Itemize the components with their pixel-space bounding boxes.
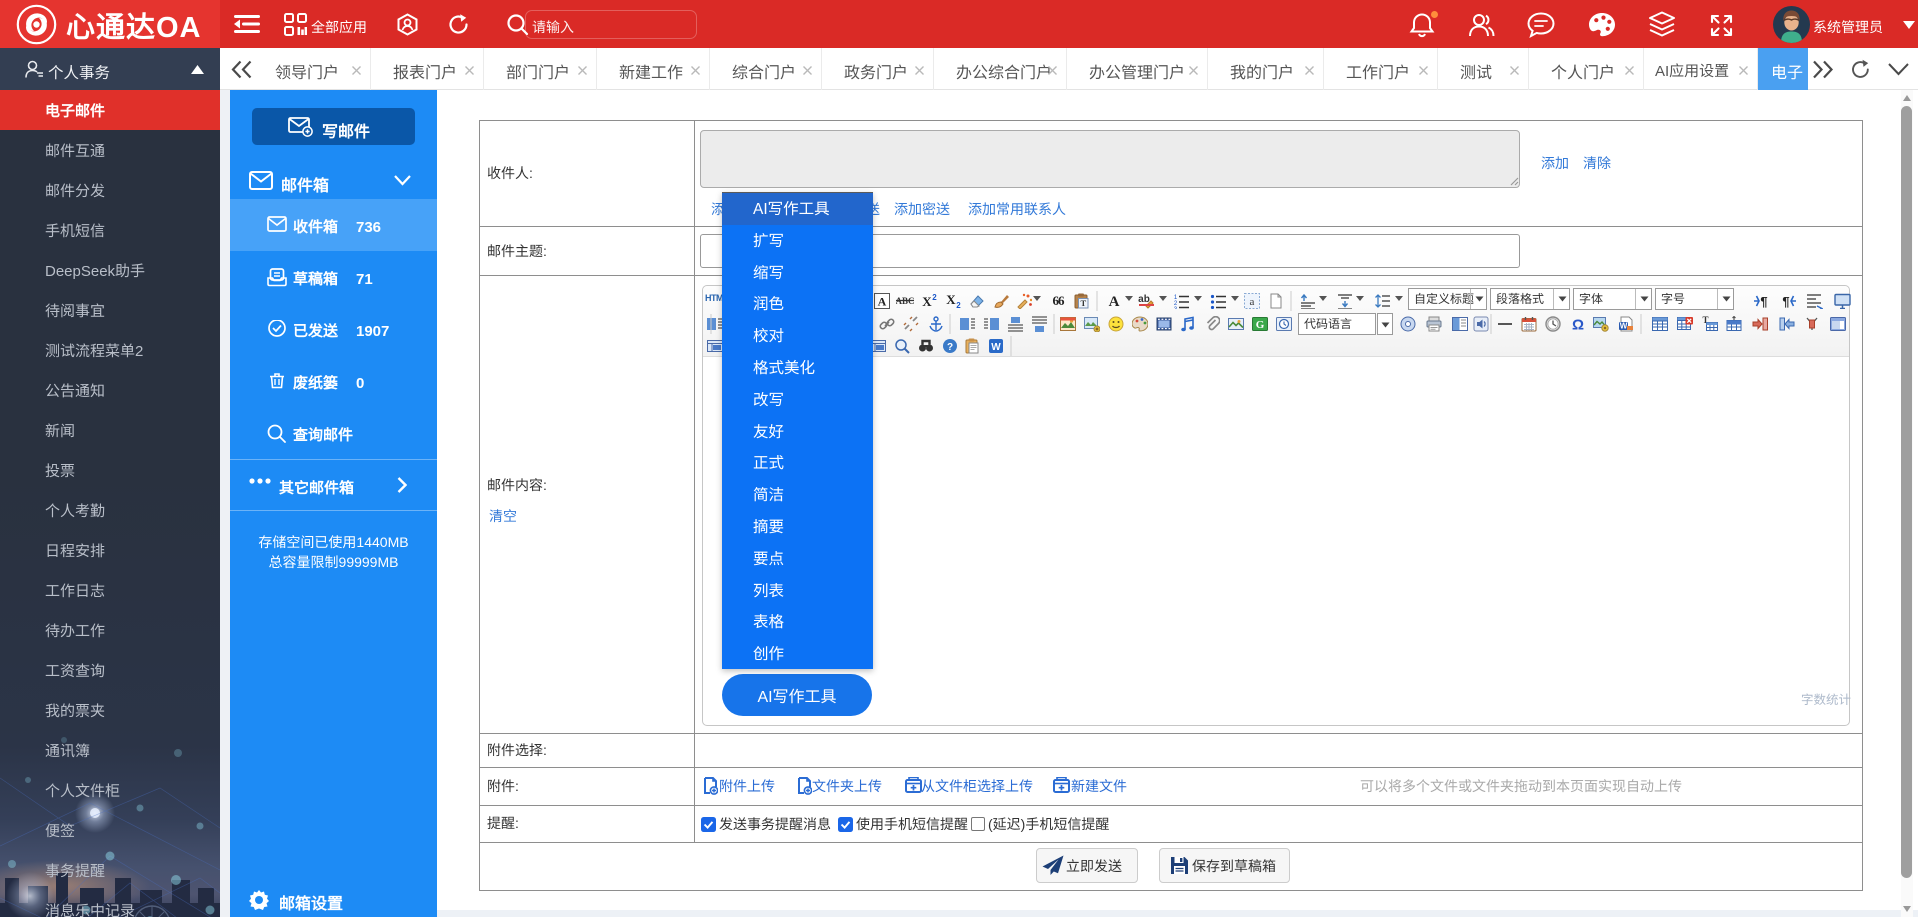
svg-text:2: 2 <box>932 293 937 303</box>
svg-text:a: a <box>1250 296 1255 308</box>
svg-text:A: A <box>878 295 887 309</box>
svg-text:Ω: Ω <box>1572 316 1584 332</box>
svg-text:¶: ¶ <box>1760 293 1767 309</box>
svg-text:W: W <box>1620 321 1628 332</box>
svg-text:X: X <box>946 293 956 307</box>
svg-text:G: G <box>1256 319 1265 331</box>
svg-text:W: W <box>991 338 1001 353</box>
svg-text:3: 3 <box>1174 304 1178 309</box>
svg-text:?: ? <box>947 338 953 353</box>
svg-text:ab: ab <box>1138 293 1150 305</box>
svg-text:¶: ¶ <box>1782 293 1789 309</box>
svg-text:X: X <box>922 294 932 309</box>
svg-text:66: 66 <box>1053 293 1066 308</box>
svg-text:2: 2 <box>956 300 961 309</box>
svg-text:T: T <box>1080 298 1086 308</box>
svg-text:A: A <box>1109 294 1120 309</box>
